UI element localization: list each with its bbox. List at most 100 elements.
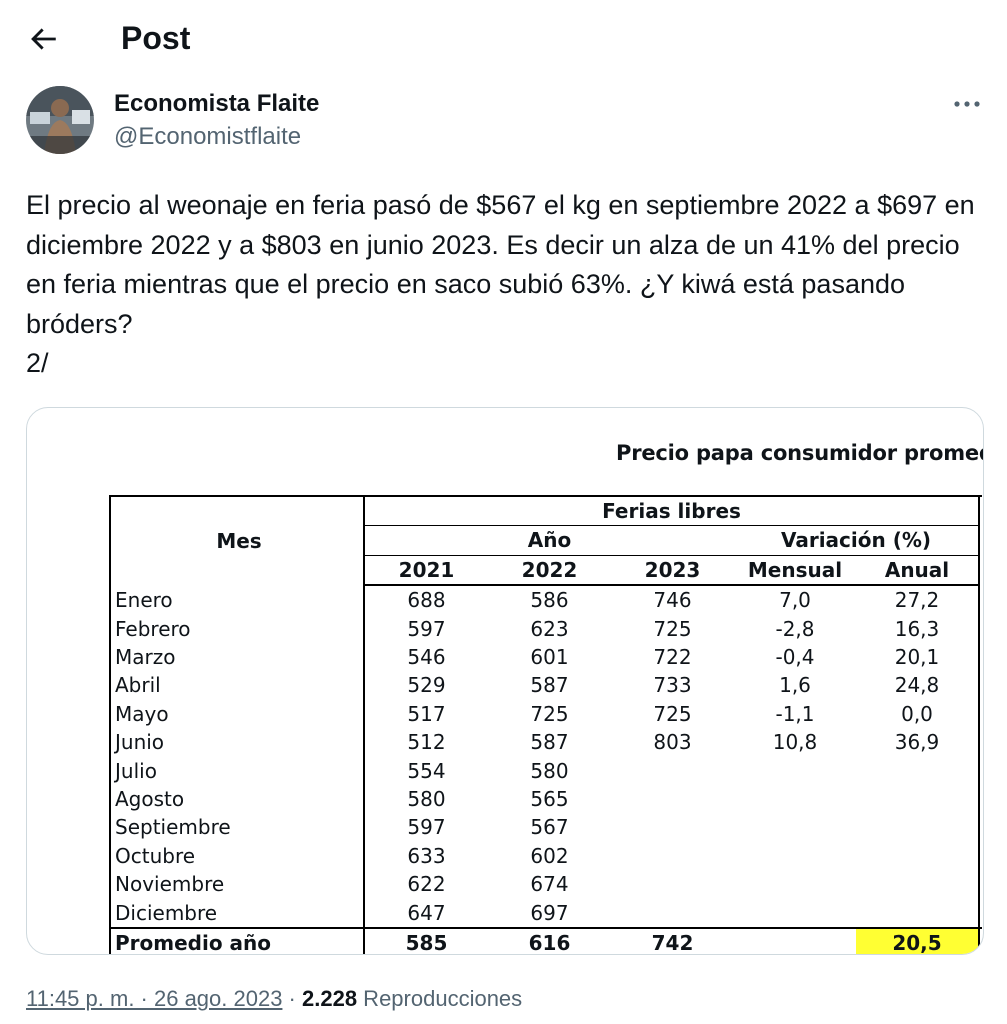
cell-2021: 597: [407, 616, 446, 641]
cell-2023: [611, 870, 734, 898]
cell-mensual: 7,0: [779, 588, 811, 613]
cell-mes: Julio: [109, 756, 365, 786]
cell-2023: [611, 842, 734, 870]
table-row: Enero 688 586 746 7,0 27,2: [109, 585, 982, 615]
header-ferias: Ferias libres: [364, 495, 979, 526]
image-title: Precio papa consumidor promedio m: [616, 441, 983, 465]
table-row: Mayo 517 725 725 -1,1 0,0: [109, 699, 982, 729]
cell-anual: [856, 842, 979, 870]
cell-2022: 587: [530, 730, 569, 755]
cell-anual: [856, 813, 979, 841]
table-edge: [978, 525, 982, 556]
cell-2022: 674: [530, 872, 569, 897]
avatar-image: [26, 86, 94, 154]
table-edge: [978, 585, 982, 615]
cell-mes: Marzo: [109, 643, 365, 672]
total-row: Promedio año 585 616 742 20,5: [109, 927, 982, 954]
cell-2021: 622: [407, 872, 446, 897]
total-2023: 742: [611, 927, 734, 954]
cell-mensual: [734, 813, 856, 841]
cell-2021: 517: [407, 701, 446, 726]
table-edge: [978, 555, 982, 586]
cell-2021: 633: [407, 843, 446, 868]
cell-2022: 602: [530, 843, 569, 868]
header-2023: 2023: [611, 554, 734, 587]
cell-2022: 586: [530, 588, 569, 613]
cell-anual: 24,8: [894, 673, 940, 698]
tweet-text: El precio al weonaje en feria pasó de $5…: [26, 190, 975, 378]
table-edge: [978, 643, 982, 672]
cell-2021: 647: [407, 900, 446, 925]
header-row: Mes Ferias libres: [109, 494, 982, 586]
table-edge: [978, 756, 982, 786]
cell-mensual: [734, 899, 856, 928]
avatar[interactable]: [26, 86, 94, 154]
table-row: Abril 529 587 733 1,6 24,8: [109, 671, 982, 700]
table-row: Agosto 580 565: [109, 785, 982, 814]
cell-mes: Noviembre: [109, 870, 365, 899]
cell-mes: Septiembre: [109, 813, 365, 842]
header-2022: 2022: [488, 554, 611, 587]
cell-anual: 16,3: [894, 616, 940, 641]
table-row: Octubre 633 602: [109, 841, 982, 871]
total-mensual: [734, 927, 856, 954]
cell-mes: Agosto: [109, 785, 365, 814]
cell-2021: 512: [407, 730, 446, 755]
top-bar: Post: [0, 0, 1007, 76]
more-options-icon[interactable]: [950, 92, 984, 116]
cell-2023: 722: [653, 645, 692, 670]
cell-2022: 601: [530, 645, 569, 670]
cell-2022: 725: [530, 701, 569, 726]
cell-2023: 803: [653, 730, 692, 755]
total-2021: 585: [364, 927, 488, 954]
header-anual: Anual: [856, 554, 979, 587]
cell-anual: [856, 899, 979, 928]
cell-anual: 20,1: [894, 645, 940, 670]
cell-2023: [611, 785, 734, 813]
cell-2023: 733: [653, 673, 692, 698]
cell-2023: 746: [653, 588, 692, 613]
cell-anual: [856, 785, 979, 813]
header-anio: Año: [364, 525, 734, 556]
table-row: Diciembre 647 697: [109, 898, 982, 929]
page-title: Post: [121, 20, 191, 56]
cell-2023: [611, 757, 734, 785]
cell-mes: Octubre: [109, 841, 365, 871]
cell-2022: 580: [530, 758, 569, 783]
cell-mensual: -1,1: [775, 701, 815, 726]
cell-anual: 0,0: [901, 701, 933, 726]
cell-mes: Diciembre: [109, 898, 365, 929]
table-row: Marzo 546 601 722 -0,4 20,1: [109, 643, 982, 672]
author-name[interactable]: Economista Flaite: [114, 88, 319, 120]
cell-2022: 623: [530, 616, 569, 641]
table-edge: [978, 813, 982, 842]
cell-mensual: 1,6: [779, 673, 811, 698]
cell-anual: 27,2: [894, 588, 940, 613]
cell-mensual: -0,4: [775, 645, 815, 670]
table-row: Noviembre 622 674: [109, 870, 982, 899]
tweet-timestamp[interactable]: 11:45 p. m. · 26 ago. 2023: [26, 986, 282, 1011]
cell-mensual: -2,8: [775, 616, 815, 641]
header-2021: 2021: [364, 554, 488, 587]
header-mensual: Mensual: [734, 554, 856, 587]
header-mes: Mes: [109, 494, 365, 586]
cell-mensual: [734, 842, 856, 870]
total-anual: 20,5: [856, 927, 979, 954]
table-edge: [978, 671, 982, 700]
price-table: Mes Ferias libres Año Variación (%) 2021…: [109, 494, 982, 954]
total-label: Promedio año: [109, 927, 365, 954]
cell-mensual: 10,8: [772, 730, 818, 755]
table-edge: [978, 728, 982, 757]
cell-anual: [856, 757, 979, 785]
table-edge: [978, 898, 982, 929]
cell-2023: [611, 899, 734, 928]
tweet-image[interactable]: Precio papa consumidor promedio m Mes Fe…: [26, 407, 984, 955]
table-edge: [978, 841, 982, 871]
cell-mensual: [734, 785, 856, 813]
author-handle[interactable]: @Economistflaite: [114, 121, 301, 153]
table-edge: [978, 495, 982, 526]
cell-2021: 688: [407, 588, 446, 613]
table-edge: [978, 614, 982, 644]
cell-mes: Mayo: [109, 699, 365, 729]
arrow-left-icon[interactable]: [26, 22, 60, 56]
